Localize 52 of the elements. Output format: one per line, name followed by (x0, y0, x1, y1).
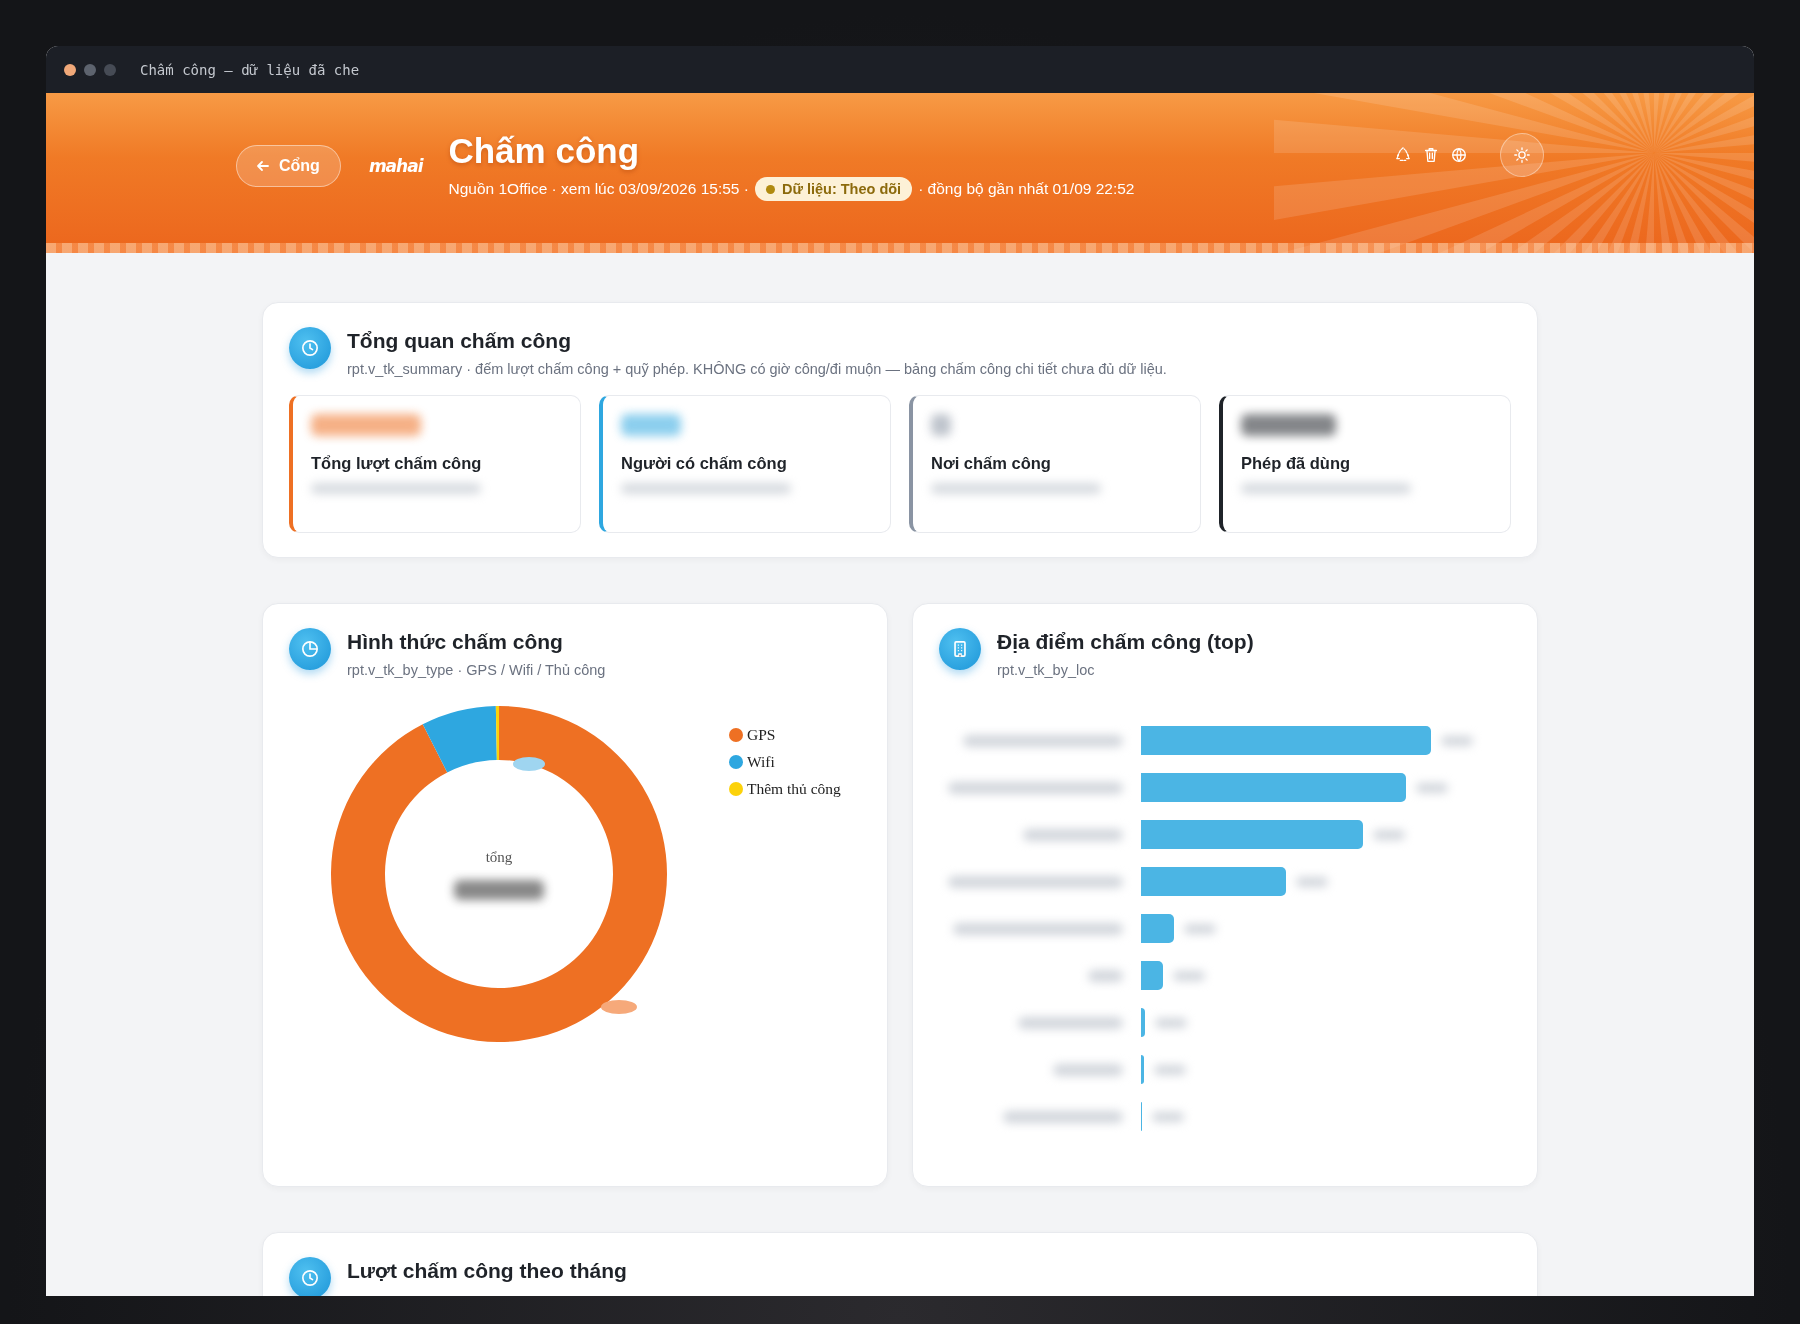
legend-label: Wifi (747, 753, 775, 771)
section-subtitle: rpt.v_tk_by_loc (997, 662, 1096, 678)
stat-label: Tổng lượt chấm công (311, 454, 483, 473)
stat-label: Phép đã dùng (1241, 454, 1352, 473)
theme-toggle-button[interactable] (1500, 133, 1544, 177)
legend-label: GPS (747, 726, 776, 744)
building-icon (939, 628, 981, 670)
source-info: Nguồn 1Office · xem lúc 03/09/2026 15:55 · (448, 180, 749, 198)
blurred-value (1173, 970, 1205, 981)
blurred-value (513, 757, 545, 771)
blurred-label (1088, 969, 1123, 982)
blurred-value (931, 414, 951, 436)
stat-label: Nơi chấm công (931, 454, 1052, 473)
bar (1141, 914, 1174, 943)
brand-logo: mahai (368, 156, 423, 176)
data-status-badge: Dữ liệu: Theo dõi (754, 177, 913, 201)
section-subtitle: rpt.v_tk_summary · đếm lượt chấm công + quỹ phép. KHÔNG có giờ công/đi muộn — bảng chấm công chi tiết chưa đủ dữ liệu. (347, 361, 1167, 377)
donut-center-label: tổng (485, 848, 513, 866)
section-title: Lượt chấm công theo tháng (347, 1259, 627, 1283)
close-dot[interactable] (64, 63, 76, 76)
bar (1141, 1008, 1145, 1037)
pie-chart-icon (289, 628, 331, 670)
legend-label: Thêm thủ công (747, 780, 841, 798)
page-title: Chấm công (448, 131, 641, 171)
back-button[interactable]: Cổng (236, 145, 341, 187)
trash-icon[interactable] (1422, 146, 1440, 164)
bar (1141, 961, 1163, 990)
blurred-value (1441, 735, 1473, 746)
blurred-value (1154, 1064, 1186, 1075)
blurred-value (1155, 1017, 1187, 1028)
blurred-value (1184, 923, 1216, 934)
sync-info: · đồng bộ gần nhất 01/09 22:52 (918, 180, 1135, 198)
stat-label: Người có chấm công (621, 454, 788, 473)
blurred-value (1373, 829, 1405, 840)
section-title: Tổng quan chấm công (347, 329, 572, 353)
section-title: Hình thức chấm công (347, 630, 564, 654)
minimize-dot[interactable] (84, 63, 96, 76)
zoom-dot[interactable] (104, 63, 116, 76)
blurred-label (1053, 1063, 1123, 1076)
blurred-value (1296, 876, 1328, 887)
globe-icon[interactable] (1450, 146, 1468, 164)
blurred-value (1152, 1111, 1184, 1122)
bar (1141, 1055, 1144, 1084)
blurred-value (601, 1000, 637, 1014)
sun-icon (1513, 146, 1531, 164)
section-subtitle: rpt.v_tk_by_type · GPS / Wifi / Thủ công (347, 662, 606, 678)
blurred-value (1416, 782, 1448, 793)
window-title: Chấm công — dữ liệu đã che (140, 61, 360, 78)
clock-icon (289, 327, 331, 369)
section-title: Địa điểm chấm công (top) (997, 630, 1254, 654)
arrow-left-icon (255, 158, 271, 174)
blurred-value (621, 414, 681, 436)
